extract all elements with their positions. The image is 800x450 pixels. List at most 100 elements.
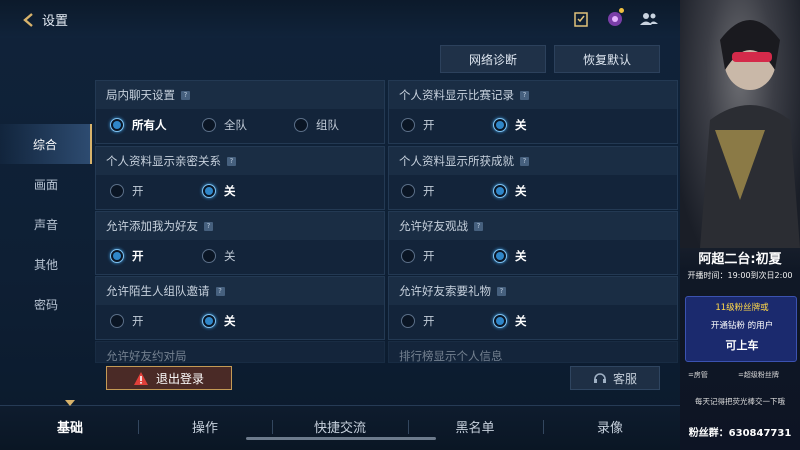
tab-replay[interactable]: 录像: [560, 406, 660, 446]
page-title: 设置: [42, 14, 69, 29]
panel-title: 个人资料显示亲密关系: [106, 154, 221, 168]
option-label: 开: [423, 249, 435, 263]
radio-off-icon: [110, 184, 124, 198]
panel-title: 允许好友索要礼物: [399, 284, 491, 298]
stream-note: 每天记得把荧光棒交一下哦: [695, 397, 785, 406]
radio-on[interactable]: 开: [401, 248, 435, 264]
nav-item-other[interactable]: 其他: [0, 244, 92, 284]
streamer-character-image: [680, 0, 800, 248]
warning-icon: [133, 371, 148, 385]
logout-button[interactable]: 退出登录: [106, 366, 232, 390]
panel-title: 允许陌生人组队邀请: [106, 284, 210, 298]
mail-icon[interactable]: [606, 8, 624, 28]
option-label: 关: [515, 314, 527, 328]
radio-on-icon: [110, 249, 124, 263]
service-label: 客服: [612, 371, 637, 386]
panel-add-friend: 允许添加我为好友? 开 关: [95, 211, 385, 275]
nav-item-password[interactable]: 密码: [0, 284, 92, 324]
radio-off[interactable]: 关: [202, 248, 236, 264]
radio-on[interactable]: 开: [110, 248, 144, 264]
help-icon[interactable]: ?: [497, 286, 506, 296]
option-label: 关: [515, 249, 527, 263]
radio-all[interactable]: 所有人: [110, 117, 167, 133]
option-label: 关: [515, 184, 527, 198]
help-icon[interactable]: ?: [520, 156, 529, 166]
option-label: 关: [515, 118, 527, 132]
radio-on[interactable]: 开: [401, 313, 435, 329]
radio-team[interactable]: 全队: [202, 117, 247, 133]
nav-item-graphics[interactable]: 画面: [0, 164, 92, 204]
panel-stranger-invite: 允许陌生人组队邀请? 开 关: [95, 276, 385, 340]
friends-icon[interactable]: [640, 10, 658, 28]
option-label: 关: [224, 314, 236, 328]
option-label: 开: [132, 184, 144, 198]
panel-achievements: 个人资料显示所获成就? 开 关: [388, 146, 678, 210]
fan-requirement-box: 11级粉丝牌或 开通钻粉 的用户 可上车: [685, 296, 797, 362]
option-label: 开: [132, 314, 144, 328]
radio-off[interactable]: 关: [493, 313, 527, 329]
panel-friend-spectate: 允许好友观战? 开 关: [388, 211, 678, 275]
tab-divider: [543, 420, 544, 434]
help-icon[interactable]: ?: [474, 221, 483, 231]
fan-line-2: 开通钻粉 的用户: [710, 321, 774, 331]
panel-friend-gift: 允许好友索要礼物? 开 关: [388, 276, 678, 340]
tab-quick-chat[interactable]: 快捷交流: [290, 406, 390, 446]
clipboard-icon[interactable]: [572, 10, 590, 28]
nav-item-sound[interactable]: 声音: [0, 204, 92, 244]
left-nav: 综合 画面 声音 其他 密码: [0, 124, 92, 324]
radio-off-icon: [401, 118, 415, 132]
chevron-left-icon: [23, 12, 33, 27]
fan-line-1: 11级粉丝牌或: [715, 303, 769, 313]
tab-basic[interactable]: 基础: [20, 400, 120, 446]
radio-off-icon: [110, 314, 124, 328]
help-icon[interactable]: ?: [520, 90, 529, 100]
radio-off-icon: [401, 314, 415, 328]
stream-side-panel: 阿超二台:初夏 开播时间：19:00到次日2:00 11级粉丝牌或 开通钻粉 的…: [680, 0, 800, 450]
reset-default-button[interactable]: 恢复默认: [554, 45, 660, 73]
customer-service-button[interactable]: 客服: [570, 366, 660, 390]
nav-item-general[interactable]: 综合: [0, 124, 92, 164]
panel-title: 排行榜显示个人信息: [399, 349, 503, 363]
radio-off[interactable]: 关: [493, 117, 527, 133]
help-icon[interactable]: ?: [215, 286, 225, 296]
panel-friend-duel: 允许好友约对局: [95, 341, 385, 363]
tab-blacklist[interactable]: 黑名单: [425, 406, 525, 446]
network-diagnose-button[interactable]: 网络诊断: [440, 45, 546, 73]
fan-line-3: 可上车: [725, 339, 759, 352]
stream-schedule: 开播时间：19:00到次日2:00: [687, 271, 793, 280]
option-label: 关: [224, 184, 236, 198]
radio-on[interactable]: 开: [401, 183, 435, 199]
settings-screen: 设置 网络诊断 恢复默认 综合 画面 声音 其他 密码 局内聊天设置? 所有人 …: [0, 0, 680, 450]
option-label: 组队: [316, 118, 339, 132]
panel-title: 允许好友约对局: [106, 349, 187, 363]
home-indicator[interactable]: [246, 437, 436, 440]
radio-off[interactable]: 关: [202, 183, 236, 199]
radio-on-icon: [493, 249, 507, 263]
radio-off-icon: [202, 118, 216, 132]
tab-divider: [408, 420, 409, 434]
radio-on[interactable]: 开: [401, 117, 435, 133]
tab-divider: [272, 420, 273, 434]
help-icon[interactable]: ?: [181, 90, 190, 100]
radio-off[interactable]: 关: [493, 248, 527, 264]
option-label: 开: [423, 314, 435, 328]
tab-controls[interactable]: 操作: [155, 406, 255, 446]
option-label: 全队: [224, 118, 247, 132]
radio-on[interactable]: 开: [110, 183, 144, 199]
back-button[interactable]: 设置: [22, 10, 68, 29]
help-icon[interactable]: ?: [204, 221, 213, 231]
panel-chat: 局内聊天设置? 所有人 全队 组队: [95, 80, 385, 144]
radio-off-icon: [202, 249, 216, 263]
radio-party[interactable]: 组队: [294, 117, 339, 133]
option-label: 所有人: [132, 118, 167, 132]
radio-on[interactable]: 开: [110, 313, 144, 329]
radio-on-icon: [202, 314, 216, 328]
radio-off[interactable]: 关: [493, 183, 527, 199]
help-icon[interactable]: ?: [227, 156, 236, 166]
option-label: 开: [423, 118, 435, 132]
panel-ranking: 排行榜显示个人信息: [388, 341, 678, 363]
radio-off[interactable]: 关: [202, 313, 236, 329]
radio-on-icon: [493, 314, 507, 328]
panel-title: 局内聊天设置: [106, 88, 175, 102]
option-label: 开: [423, 184, 435, 198]
